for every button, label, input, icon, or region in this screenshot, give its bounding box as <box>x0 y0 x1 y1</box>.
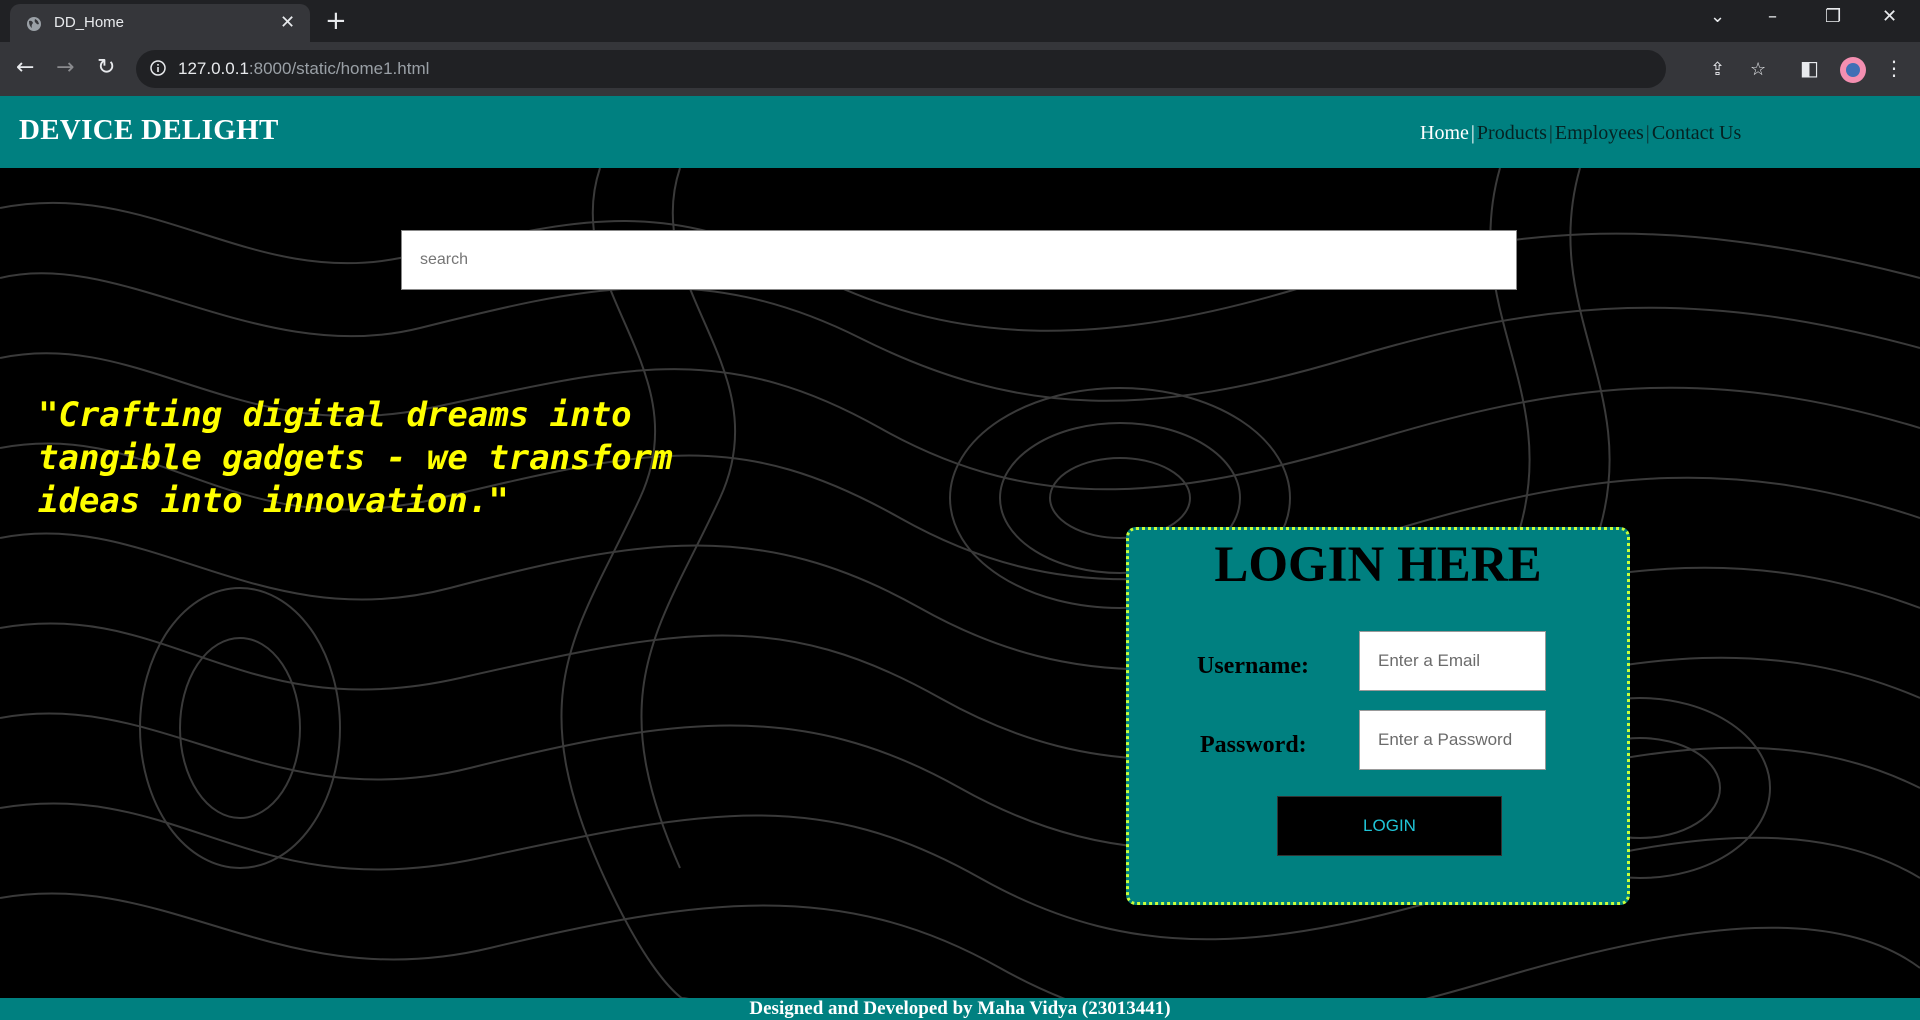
username-label: Username: <box>1197 653 1309 679</box>
site-info-icon[interactable] <box>150 60 166 76</box>
side-panel-icon[interactable]: ◧ <box>1800 56 1819 80</box>
login-title: LOGIN HERE <box>1214 537 1542 593</box>
nav-separator: | <box>1470 122 1475 144</box>
nav-separator: | <box>1645 122 1650 144</box>
url-text[interactable]: 127.0.0.1:8000/static/home1.html <box>178 59 429 79</box>
login-panel: LOGIN HERE Username: Password: LOGIN <box>1126 527 1630 905</box>
tagline-quote: "Crafting digital dreams into tangible g… <box>38 395 673 521</box>
site-logo[interactable]: DEVICE DELIGHT <box>19 114 279 147</box>
reload-icon[interactable]: ↻ <box>97 56 115 80</box>
browser-tab-strip: DD_Home ✕ + ⌄ – ❐ ✕ <box>0 0 1920 42</box>
nav-home[interactable]: Home <box>1420 122 1469 144</box>
login-button[interactable]: LOGIN <box>1277 796 1502 856</box>
more-menu-icon[interactable]: ⋮ <box>1884 56 1904 80</box>
url-path: :8000/static/home1.html <box>248 59 430 78</box>
browser-toolbar: ← → ↻ 127.0.0.1:8000/static/home1.html ⇪… <box>0 42 1920 96</box>
tab-close-icon[interactable]: ✕ <box>280 13 295 33</box>
tab-title: DD_Home <box>54 14 125 31</box>
forward-icon[interactable]: → <box>56 56 74 80</box>
back-icon[interactable]: ← <box>16 56 34 80</box>
minimize-icon[interactable]: – <box>1768 6 1777 27</box>
nav-employees[interactable]: Employees <box>1555 122 1644 144</box>
username-field[interactable] <box>1359 631 1546 691</box>
window-close-icon[interactable]: ✕ <box>1882 6 1897 27</box>
nav-separator: | <box>1548 122 1553 144</box>
password-label: Password: <box>1200 732 1307 758</box>
bookmark-star-icon[interactable]: ☆ <box>1750 59 1766 80</box>
main-nav: Home | Products | Employees | Contact Us <box>1420 122 1741 145</box>
tab-search-icon[interactable]: ⌄ <box>1710 6 1725 27</box>
share-icon[interactable]: ⇪ <box>1710 59 1725 80</box>
search-input[interactable] <box>401 230 1517 290</box>
globe-icon <box>27 17 41 31</box>
nav-products[interactable]: Products <box>1477 122 1547 144</box>
browser-tab[interactable]: DD_Home ✕ <box>10 4 310 42</box>
address-bar[interactable]: 127.0.0.1:8000/static/home1.html ⇪ ☆ <box>136 50 1766 88</box>
new-tab-button[interactable]: + <box>325 7 347 35</box>
password-field[interactable] <box>1359 710 1546 770</box>
topographic-background <box>0 168 1920 998</box>
site-footer: Designed and Developed by Maha Vidya (23… <box>0 998 1920 1020</box>
web-page: DEVICE DELIGHT Home | Products | Employees | C… <box>0 96 1920 1020</box>
nav-contact-us[interactable]: Contact Us <box>1652 122 1741 144</box>
site-header: DEVICE DELIGHT Home | Products | Employees | C… <box>0 96 1920 168</box>
restore-icon[interactable]: ❐ <box>1825 6 1841 27</box>
url-host: 127.0.0.1 <box>178 59 249 78</box>
profile-avatar[interactable] <box>1840 57 1866 83</box>
